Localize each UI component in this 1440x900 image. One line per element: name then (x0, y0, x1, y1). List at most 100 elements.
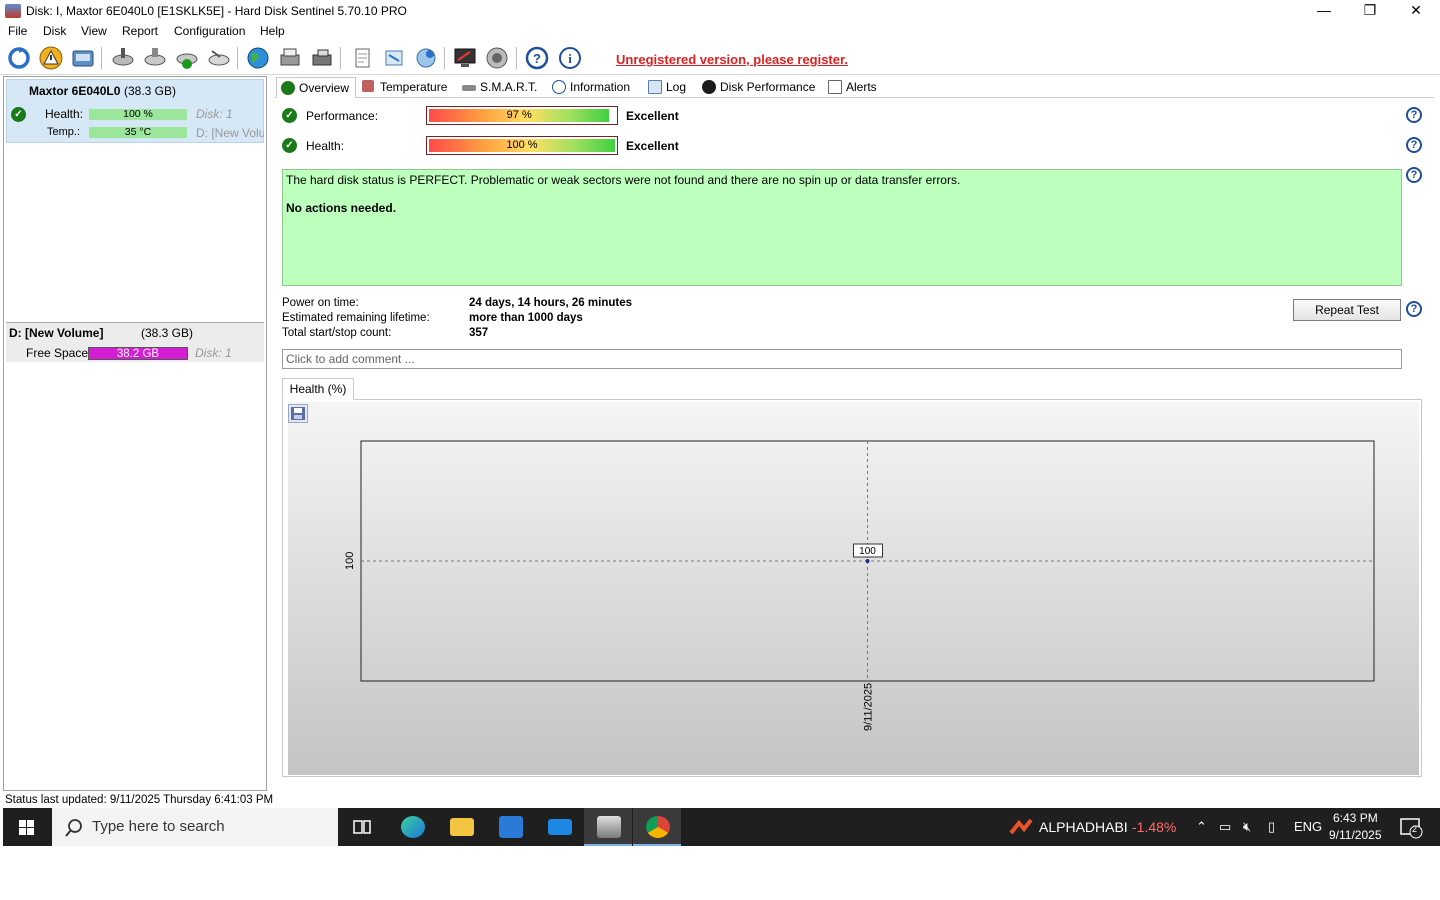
edge-button[interactable] (388, 808, 436, 846)
disk-volume-ref: D: [New Volu (196, 126, 264, 140)
volume-name: D: [New Volume] (9, 326, 104, 340)
network-icon[interactable]: ▭ (1219, 819, 1231, 835)
health-ok-icon: ✓ (282, 138, 297, 153)
performance-bar-fill: 97 % (429, 109, 610, 122)
tab-log[interactable]: Log (644, 77, 694, 98)
minimize-button[interactable]: — (1301, 0, 1347, 22)
notification-center-icon[interactable]: 2 (1399, 817, 1423, 842)
printer-icon[interactable] (309, 45, 335, 71)
chrome-icon (646, 816, 670, 838)
alerts-icon (828, 80, 842, 94)
print-icon[interactable] (277, 45, 303, 71)
smart-icon (462, 85, 476, 91)
tab-log-label: Log (666, 80, 687, 94)
disk-search-icon[interactable] (206, 45, 232, 71)
language-indicator[interactable]: ENG (1294, 819, 1322, 834)
free-space-label: Free Space (26, 346, 89, 360)
disk-test-icon[interactable] (110, 45, 136, 71)
disk-drive-icon[interactable] (70, 45, 96, 71)
tab-disk-performance[interactable]: Disk Performance (698, 77, 820, 98)
menu-help[interactable]: Help (260, 24, 285, 38)
tab-overview[interactable]: Overview (276, 77, 356, 98)
log-icon (648, 80, 662, 94)
disk-number: Disk: 1 (196, 107, 233, 121)
report-icon[interactable] (349, 45, 375, 71)
chrome-button[interactable] (633, 808, 681, 846)
notification-count: 2 (1412, 824, 1418, 834)
free-space-bar: 38.2 GB (88, 347, 188, 360)
tab-smart[interactable]: S.M.A.R.T. (458, 77, 544, 98)
performance-ok-icon: ✓ (282, 108, 297, 123)
volume-muted-icon[interactable]: 🔇︎ (1243, 819, 1251, 835)
lifetime-label: Estimated remaining lifetime: (282, 312, 430, 324)
graph-canvas (288, 402, 1419, 775)
mail-icon (548, 819, 572, 835)
disk-ok-icon[interactable] (174, 45, 200, 71)
register-link[interactable]: Unregistered version, please register. (616, 52, 848, 67)
web-report-icon[interactable] (413, 45, 439, 71)
help-icon[interactable]: ? (524, 45, 550, 71)
task-view-button[interactable] (338, 808, 386, 846)
info-icon[interactable]: i (557, 45, 583, 71)
refresh-icon[interactable] (6, 45, 32, 71)
globe-icon[interactable] (245, 45, 271, 71)
thermometer-icon (362, 80, 374, 92)
tab-alerts-label: Alerts (846, 80, 877, 94)
file-explorer-button[interactable] (437, 808, 485, 846)
restore-button[interactable]: ❐ (1347, 0, 1393, 22)
health-help-icon[interactable]: ? (1406, 137, 1422, 153)
title-bar: Disk: I, Maxtor 6E040L0 [E1SKLK5E] - Har… (0, 0, 1440, 22)
ticker-name[interactable]: ALPHADHABI (1039, 819, 1128, 835)
menu-view[interactable]: View (81, 24, 107, 38)
tab-performance-label: Disk Performance (720, 80, 816, 94)
tab-bar: Overview Temperature S.M.A.R.T. Informat… (274, 77, 1434, 98)
edge-icon (401, 816, 425, 838)
disk-temp-bar: 35 °C (89, 127, 187, 138)
taskbar-search[interactable]: Type here to search (52, 808, 338, 846)
comment-input[interactable]: Click to add comment ... (282, 349, 1402, 369)
clock-time[interactable]: 6:43 PM (1333, 811, 1378, 825)
menu-file[interactable]: File (8, 24, 27, 38)
menu-configuration[interactable]: Configuration (174, 24, 245, 38)
tab-temperature[interactable]: Temperature (358, 77, 454, 98)
search-icon (65, 819, 82, 837)
startstop-label: Total start/stop count: (282, 327, 392, 339)
health-bar-fill: 100 % (429, 139, 615, 152)
tab-health-graph[interactable]: Health (%) (282, 378, 354, 400)
menu-disk[interactable]: Disk (43, 24, 66, 38)
performance-label: Performance: (306, 109, 379, 123)
tab-alerts[interactable]: Alerts (824, 77, 886, 98)
warning-icon[interactable] (38, 45, 64, 71)
monitor-icon[interactable] (452, 45, 478, 71)
start-button[interactable] (3, 808, 51, 846)
performance-help-icon[interactable]: ? (1406, 107, 1422, 123)
taskbar: Type here to search ALPHADHABI -1.48% ⌃ … (3, 808, 1440, 846)
repeat-test-help-icon[interactable]: ? (1406, 301, 1422, 317)
volume-size: (38.3 GB) (141, 326, 194, 340)
status-message: The hard disk status is PERFECT. Problem… (286, 173, 961, 187)
show-hidden-icons-icon[interactable]: ⌃ (1196, 819, 1207, 835)
menu-report[interactable]: Report (122, 24, 158, 38)
close-button[interactable]: ✕ (1393, 0, 1439, 22)
sound-icon[interactable] (484, 45, 510, 71)
volume-card[interactable]: D: [New Volume] (38.3 GB) Free Space 38.… (6, 322, 264, 362)
tab-information[interactable]: Information (548, 77, 640, 98)
stock-ticker-icon (1009, 818, 1033, 835)
mail-button[interactable] (535, 808, 583, 846)
store-button[interactable] (486, 808, 534, 846)
disk-surface-test-icon[interactable] (142, 45, 168, 71)
status-help-icon[interactable]: ? (1406, 167, 1422, 183)
repeat-test-button[interactable]: Repeat Test (1293, 299, 1401, 321)
disk-list-panel: Maxtor 6E040L0 (38.3 GB) ✓ Health: 100 %… (3, 76, 267, 791)
hard-disk-sentinel-task-button[interactable] (584, 808, 632, 846)
app-icon (5, 4, 21, 18)
clock-date[interactable]: 9/11/2025 (1329, 828, 1382, 842)
health-rating: Excellent (626, 139, 679, 153)
ticker-change: -1.48% (1132, 819, 1177, 835)
performance-bar: 97 % (426, 106, 618, 125)
windows-logo-icon (19, 820, 34, 835)
save-graph-icon[interactable] (288, 404, 308, 423)
disk-card[interactable]: Maxtor 6E040L0 (38.3 GB) ✓ Health: 100 %… (6, 79, 264, 143)
send-report-icon[interactable] (381, 45, 407, 71)
battery-icon[interactable]: ▯ (1268, 819, 1275, 835)
